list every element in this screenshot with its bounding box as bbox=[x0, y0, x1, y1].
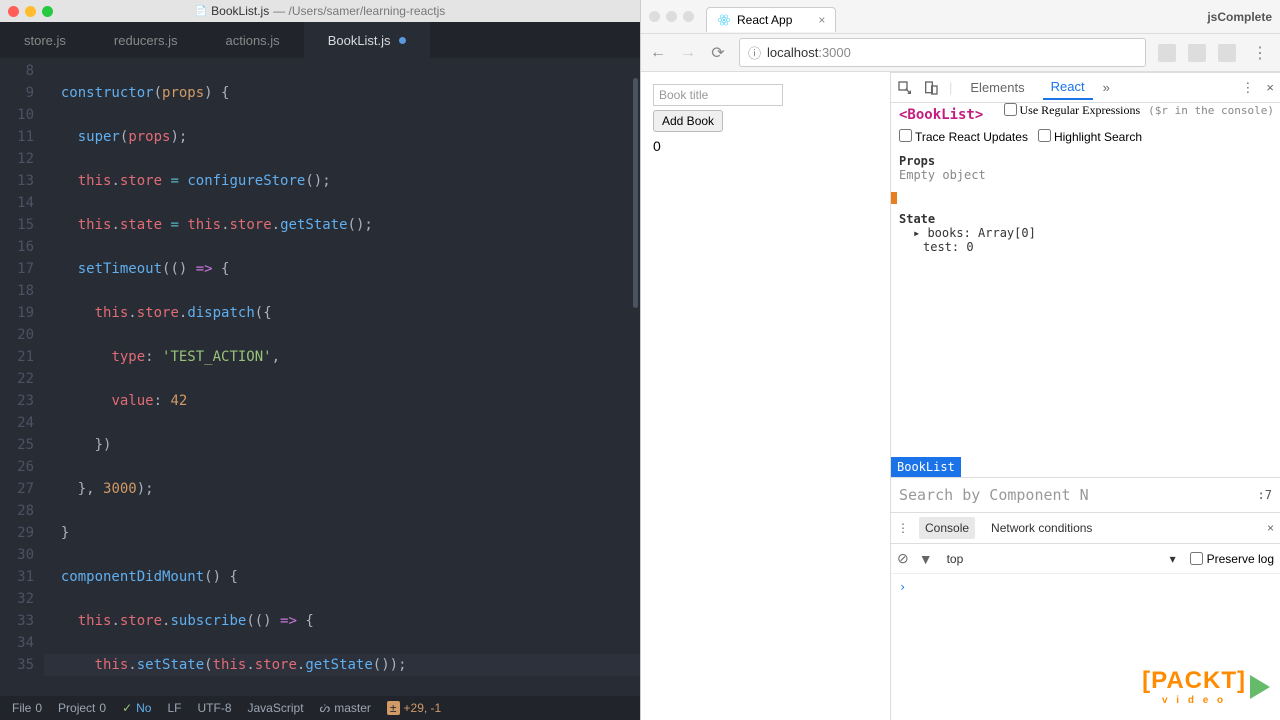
code-content[interactable]: constructor(props) { super(props); this.… bbox=[44, 58, 640, 696]
devtools-panel: | Elements React » ⋮ × <BookList> Use Re… bbox=[891, 72, 1280, 720]
forward-button[interactable]: → bbox=[679, 44, 697, 62]
editor-window: 📄 BookList.js — /Users/samer/learning-re… bbox=[0, 0, 640, 720]
tab-close-icon[interactable]: × bbox=[818, 13, 825, 27]
console-r-hint: ($r in the console) bbox=[1148, 104, 1274, 117]
devtools-tab-react[interactable]: React bbox=[1043, 75, 1093, 100]
status-git-branch[interactable]: ᔖ master bbox=[320, 701, 371, 715]
devtools-more-tabs[interactable]: » bbox=[1103, 80, 1110, 95]
jscomplete-badge: jsComplete bbox=[1207, 10, 1272, 24]
title-filename: BookList.js bbox=[211, 4, 269, 18]
tab-reducers[interactable]: reducers.js bbox=[90, 22, 202, 58]
component-breadcrumb[interactable]: BookList bbox=[891, 457, 961, 477]
browser-titlebar: React App × jsComplete bbox=[641, 0, 1280, 34]
status-lint[interactable]: ✓No bbox=[122, 701, 151, 715]
browser-maximize-button[interactable] bbox=[683, 11, 694, 22]
code-editor[interactable]: 8910111213141516171819202122232425262728… bbox=[0, 58, 640, 696]
minimize-window-button[interactable] bbox=[25, 6, 36, 17]
browser-close-button[interactable] bbox=[649, 11, 660, 22]
state-test[interactable]: test: 0 bbox=[899, 240, 1272, 254]
console-toolbar: ⊘ ▼ top▾ Preserve log bbox=[891, 544, 1280, 574]
status-encoding[interactable]: UTF-8 bbox=[198, 701, 232, 715]
console-drawer-tabs: ⋮ Console Network conditions × bbox=[891, 513, 1280, 544]
packt-watermark: [PACKT] v i d e o bbox=[1142, 667, 1270, 706]
component-name[interactable]: <BookList> bbox=[891, 103, 991, 127]
tab-actions[interactable]: actions.js bbox=[201, 22, 303, 58]
extension-icon[interactable] bbox=[1158, 44, 1176, 62]
back-button[interactable]: ← bbox=[649, 44, 667, 62]
console-drawer-close[interactable]: × bbox=[1267, 521, 1274, 535]
react-devtools-panel: <BookList> Use Regular Expressions ($r i… bbox=[891, 103, 1280, 720]
devtools-tab-elements[interactable]: Elements bbox=[962, 76, 1032, 99]
chevron-down-icon: ▾ bbox=[1170, 552, 1176, 566]
book-title-input[interactable]: Book title bbox=[653, 84, 783, 106]
browser-minimize-button[interactable] bbox=[666, 11, 677, 22]
file-icon: 📄 bbox=[195, 6, 207, 17]
status-language[interactable]: JavaScript bbox=[248, 701, 304, 715]
devtools-tabs: | Elements React » ⋮ × bbox=[891, 73, 1280, 103]
component-search-input[interactable]: Search by Component N bbox=[891, 478, 1250, 512]
address-bar[interactable]: ⓘ localhost:3000 bbox=[739, 38, 1146, 67]
tab-title: React App bbox=[737, 13, 792, 27]
state-books[interactable]: ▸ books: Array[0] bbox=[899, 226, 1272, 240]
app-counter: 0 bbox=[653, 138, 878, 154]
tab-booklist[interactable]: BookList.js bbox=[304, 22, 430, 58]
trace-checkbox[interactable]: Trace React Updates bbox=[899, 129, 1028, 146]
site-info-icon[interactable]: ⓘ bbox=[748, 43, 761, 62]
browser-window: React App × jsComplete ← → ⟳ ⓘ localhost… bbox=[640, 0, 1280, 720]
state-section: State ▸ books: Array[0] test: 0 bbox=[891, 208, 1280, 258]
props-section: Props Empty object bbox=[891, 148, 1280, 188]
react-icon bbox=[717, 13, 731, 27]
device-icon[interactable] bbox=[923, 80, 939, 96]
status-git-changes[interactable]: ±+29, -1 bbox=[387, 701, 441, 715]
console-prompt[interactable]: › bbox=[891, 574, 1280, 600]
status-line-ending[interactable]: LF bbox=[167, 701, 181, 715]
app-viewport: Book title Add Book 0 bbox=[641, 72, 891, 720]
context-selector[interactable]: top▾ bbox=[943, 552, 1180, 566]
editor-statusbar: File 0 Project 0 ✓No LF UTF-8 JavaScript… bbox=[0, 696, 640, 720]
inspect-icon[interactable] bbox=[897, 80, 913, 96]
console-more-icon[interactable]: ⋮ bbox=[897, 521, 909, 535]
filter-icon[interactable]: ▼ bbox=[919, 551, 933, 567]
search-count: :7 bbox=[1250, 488, 1280, 502]
status-project[interactable]: Project 0 bbox=[58, 701, 106, 715]
use-regex-checkbox[interactable]: Use Regular Expressions bbox=[1004, 103, 1141, 118]
title-path: — /Users/samer/learning-reactjs bbox=[273, 4, 445, 18]
editor-scrollbar[interactable] bbox=[633, 78, 638, 308]
marker-icon bbox=[891, 192, 897, 204]
network-conditions-tab[interactable]: Network conditions bbox=[985, 517, 1098, 539]
preserve-log-checkbox[interactable]: Preserve log bbox=[1190, 552, 1274, 566]
console-tab[interactable]: Console bbox=[919, 517, 975, 539]
dirty-indicator-icon bbox=[399, 37, 406, 44]
add-book-button[interactable]: Add Book bbox=[653, 110, 723, 132]
tab-store[interactable]: store.js bbox=[0, 22, 90, 58]
extension-icon-3[interactable] bbox=[1218, 44, 1236, 62]
close-window-button[interactable] bbox=[8, 6, 19, 17]
browser-toolbar: ← → ⟳ ⓘ localhost:3000 ⋮ bbox=[641, 34, 1280, 72]
browser-menu-button[interactable]: ⋮ bbox=[1248, 43, 1272, 63]
editor-titlebar: 📄 BookList.js — /Users/samer/learning-re… bbox=[0, 0, 640, 22]
browser-content: Book title Add Book 0 | Elements React »… bbox=[641, 72, 1280, 720]
reload-button[interactable]: ⟳ bbox=[709, 43, 727, 63]
browser-tab[interactable]: React App × bbox=[706, 7, 836, 32]
maximize-window-button[interactable] bbox=[42, 6, 53, 17]
play-icon bbox=[1250, 675, 1270, 699]
devtools-menu[interactable]: ⋮ bbox=[1241, 80, 1254, 96]
clear-console-icon[interactable]: ⊘ bbox=[897, 550, 909, 567]
highlight-checkbox[interactable]: Highlight Search bbox=[1038, 129, 1142, 146]
editor-tabs: store.js reducers.js actions.js BookList… bbox=[0, 22, 640, 58]
status-file[interactable]: File 0 bbox=[12, 701, 42, 715]
extension-icon-2[interactable] bbox=[1188, 44, 1206, 62]
devtools-close[interactable]: × bbox=[1266, 80, 1274, 96]
line-gutter: 8910111213141516171819202122232425262728… bbox=[0, 58, 44, 696]
